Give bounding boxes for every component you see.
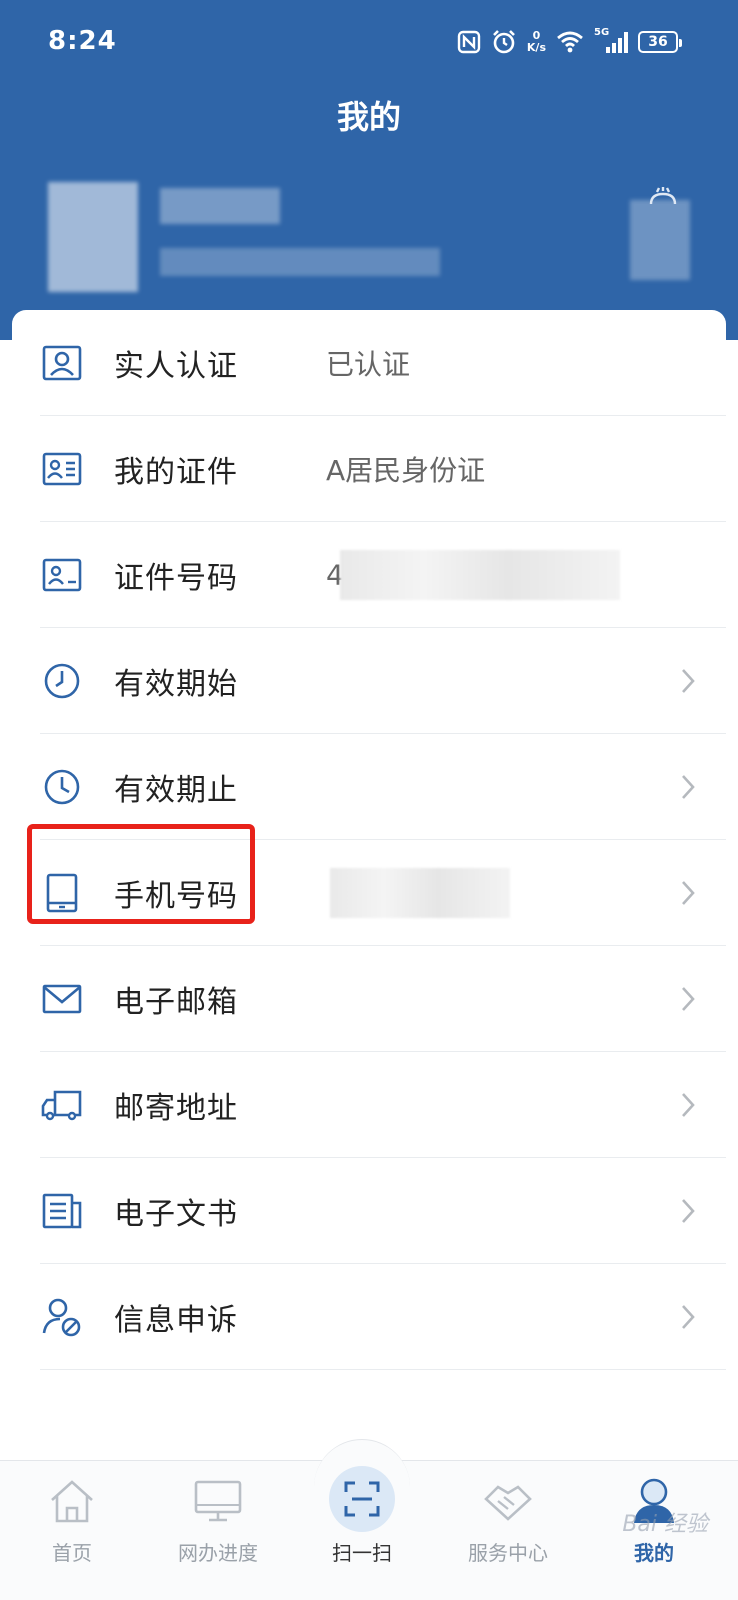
menu-item-certificate-number[interactable]: 证件号码 4	[40, 522, 726, 628]
profile-section[interactable]	[0, 160, 738, 310]
tab-label: 首页	[52, 1541, 92, 1565]
handshake-icon	[482, 1475, 534, 1527]
document-icon	[40, 1189, 84, 1233]
home-icon	[48, 1475, 96, 1527]
nfc-icon	[457, 30, 481, 54]
alarm-icon	[492, 30, 515, 54]
chevron-right-icon	[682, 986, 695, 1011]
truck-icon	[40, 1083, 84, 1127]
chevron-right-icon	[682, 1198, 695, 1223]
header: 8:24 0 K/s 5G 36 我的	[0, 0, 738, 340]
menu-item-label: 邮寄地址	[114, 1090, 238, 1126]
menu-item-label: 信息申诉	[114, 1302, 238, 1338]
profile-name-masked	[160, 188, 280, 224]
status-icons: 0 K/s 5G 36	[457, 26, 682, 58]
chevron-right-icon	[682, 774, 695, 799]
chevron-right-icon	[682, 1304, 695, 1329]
menu-item-valid-from[interactable]: 有效期始	[40, 628, 726, 734]
scan-icon	[329, 1466, 395, 1532]
network-speed: 0 K/s	[526, 29, 546, 54]
monitor-icon	[193, 1475, 243, 1527]
profile-detail-masked	[160, 248, 440, 276]
signal-indicator: 5G	[594, 27, 628, 55]
wifi-icon	[557, 31, 583, 53]
avatar	[48, 182, 138, 292]
menu-item-electronic-document[interactable]: 电子文书	[40, 1158, 726, 1264]
status-bar: 8:24 0 K/s 5G 36	[0, 0, 738, 84]
menu-item-label: 有效期始	[114, 666, 238, 702]
highlight-box	[27, 824, 255, 924]
menu-item-email[interactable]: 电子邮箱	[40, 946, 726, 1052]
tab-label: 我的	[634, 1541, 674, 1565]
tab-label: 服务中心	[468, 1541, 548, 1565]
id-number-icon	[40, 553, 84, 597]
tab-label: 网办进度	[178, 1541, 258, 1565]
menu-item-value: 已认证	[326, 347, 411, 381]
menu-item-label: 证件号码	[114, 560, 238, 596]
menu-item-real-person-auth[interactable]: 实人认证 已认证	[40, 310, 726, 416]
tab-label: 扫一扫	[332, 1541, 392, 1565]
signal-icon	[606, 32, 628, 53]
menu-item-my-certificate[interactable]: 我的证件 A居民身份证	[40, 416, 726, 522]
clock-icon	[40, 765, 84, 809]
screen: 8:24 0 K/s 5G 36 我的 实人认证 已认证 我的证件 A居民身份证…	[0, 0, 738, 1600]
menu-item-mailing-address[interactable]: 邮寄地址	[40, 1052, 726, 1158]
user-forbid-icon	[40, 1295, 84, 1339]
menu-item-value: A居民身份证	[326, 453, 486, 487]
chevron-right-icon	[682, 668, 695, 693]
masked-id-number	[340, 550, 620, 600]
tab-progress[interactable]: 网办进度	[148, 1461, 288, 1600]
id-card-icon	[40, 447, 84, 491]
tab-home[interactable]: 首页	[2, 1461, 142, 1600]
id-person-icon	[40, 341, 84, 385]
chevron-right-icon	[682, 1092, 695, 1117]
menu-item-information-appeal[interactable]: 信息申诉	[40, 1264, 726, 1370]
tab-service-center[interactable]: 服务中心	[438, 1461, 578, 1600]
status-time: 8:24	[48, 26, 117, 56]
menu-item-label: 我的证件	[114, 454, 238, 490]
page-title: 我的	[336, 98, 401, 136]
masked-phone-number	[330, 868, 510, 918]
mail-icon	[40, 977, 84, 1021]
settings-icon[interactable]	[648, 186, 678, 206]
watermark: Bai 经验	[622, 1512, 708, 1537]
menu-item-label: 实人认证	[114, 348, 238, 384]
chevron-right-icon	[682, 880, 695, 905]
battery-icon: 36	[638, 31, 682, 53]
tab-scan[interactable]: 扫一扫	[292, 1461, 432, 1600]
menu-item-label: 有效期止	[114, 772, 238, 808]
menu-item-label: 电子文书	[114, 1196, 238, 1232]
clock-icon	[40, 659, 84, 703]
menu-item-label: 电子邮箱	[114, 984, 238, 1020]
profile-right-masked	[630, 200, 690, 280]
